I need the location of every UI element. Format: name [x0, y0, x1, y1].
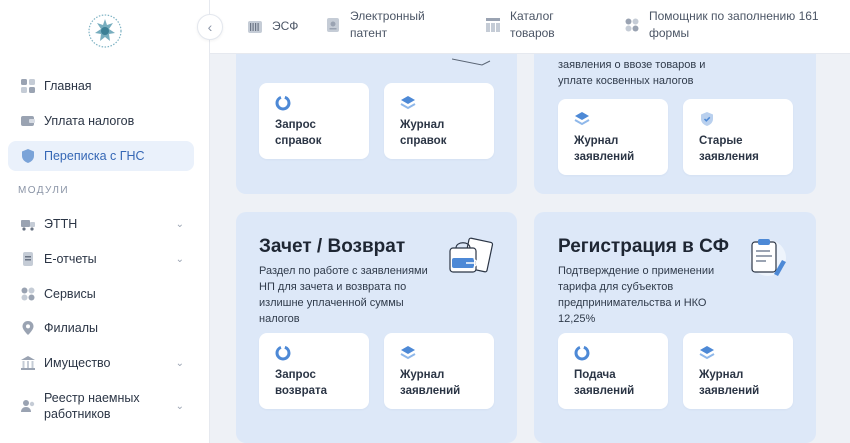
shield-icon — [699, 111, 715, 127]
logo[interactable] — [80, 10, 130, 52]
tile-label: Запрос возврата — [275, 369, 328, 397]
nav-ettn[interactable]: ЭТТН ⌄ — [8, 209, 194, 239]
card-description: Подтверждение о применении тарифа для су… — [558, 265, 715, 325]
clipboard-icon — [746, 234, 792, 285]
circle-icon — [275, 95, 291, 111]
nav-home[interactable]: Главная — [8, 71, 194, 101]
shopping-bag-icon — [444, 236, 496, 281]
nav-branches[interactable]: Филиалы — [8, 313, 194, 343]
nav-employee-registry[interactable]: Реестр наемных работников ⌄ — [8, 386, 194, 426]
layers-icon — [400, 345, 416, 361]
tile-label: Журнал заявлений — [400, 369, 461, 397]
truck-icon — [20, 216, 36, 232]
topnav-e-patent-label: Электронный патент — [350, 9, 425, 40]
patent-icon — [326, 18, 340, 32]
tile-statements-journal[interactable]: Журнал заявлений — [558, 99, 668, 175]
tile-label: Старые заявления — [699, 135, 759, 163]
tile-label: Журнал заявлений — [699, 369, 760, 397]
chevron-down-icon[interactable]: ⌄ — [176, 401, 184, 412]
chevron-down-icon[interactable]: ⌄ — [176, 358, 184, 369]
tile-request-certificates[interactable]: Запрос справок — [259, 83, 369, 159]
tile-label: Запрос справок — [275, 119, 322, 147]
nav-property-label: Имущество — [44, 356, 111, 370]
topnav-e-patent[interactable]: Электронный патент — [326, 8, 440, 42]
nav-e-reports-label: Е-отчеты — [44, 252, 97, 266]
nav-correspondence[interactable]: Переписка с ГНС — [8, 141, 194, 171]
card-description: заявления о ввозе товаров и уплате косве… — [558, 59, 706, 87]
nav-employee-registry-label: Реестр наемных работников — [44, 391, 140, 421]
tile-registration-journal[interactable]: Журнал заявлений — [683, 333, 793, 409]
topnav-catalog[interactable]: Каталог товаров — [486, 8, 570, 42]
card-import-statements: заявления о ввозе товаров и уплате косве… — [534, 30, 816, 194]
document-icon — [20, 251, 36, 267]
layers-icon — [699, 345, 715, 361]
sidebar: Главная Уплата налогов Переписка с ГНС М… — [0, 0, 210, 443]
grid-icon — [20, 78, 36, 94]
layers-icon — [574, 111, 590, 127]
building-icon — [20, 355, 36, 371]
tile-label: Журнал справок — [400, 119, 447, 147]
card-certificates: Запрос справок Журнал справок — [236, 30, 517, 194]
card-description: Раздел по работе с заявлениями НП для за… — [259, 265, 428, 325]
location-icon — [20, 320, 36, 336]
top-navigation: ЭСФ Электронный патент Каталог товаров П… — [210, 0, 850, 54]
nav-ettn-label: ЭТТН — [44, 217, 78, 231]
card-sf-registration: Регистрация в СФ Подтверждение о примене… — [534, 212, 816, 443]
wallet-icon — [20, 113, 36, 129]
nav-home-label: Главная — [44, 79, 92, 93]
nav-services-label: Сервисы — [44, 287, 96, 301]
illustration — [451, 54, 492, 72]
chevron-down-icon[interactable]: ⌄ — [176, 219, 184, 230]
nav-property[interactable]: Имущество ⌄ — [8, 348, 194, 378]
users-icon — [20, 398, 36, 414]
chevron-left-icon: ‹ — [207, 19, 213, 35]
topnav-esf-label: ЭСФ — [272, 19, 299, 33]
tile-label: Журнал заявлений — [574, 135, 635, 163]
card-title: Зачет / Возврат — [259, 236, 406, 257]
nav-branches-label: Филиалы — [44, 321, 98, 335]
nav-e-reports[interactable]: Е-отчеты ⌄ — [8, 244, 194, 274]
sidebar-collapse-button[interactable]: ‹ — [197, 14, 223, 40]
circle-icon — [275, 345, 291, 361]
shield-icon — [20, 148, 36, 164]
tile-old-statements[interactable]: Старые заявления — [683, 99, 793, 175]
emblem-icon — [88, 14, 122, 48]
tile-refund-journal[interactable]: Журнал заявлений — [384, 333, 494, 409]
topnav-catalog-label: Каталог товаров — [510, 9, 555, 40]
tile-certificates-journal[interactable]: Журнал справок — [384, 83, 494, 159]
card-offset-refund: Зачет / Возврат Раздел по работе с заявл… — [236, 212, 517, 443]
nav-services[interactable]: Сервисы — [8, 279, 194, 309]
grid-icon — [625, 18, 639, 32]
grid-icon — [20, 286, 36, 302]
tile-refund-request[interactable]: Запрос возврата — [259, 333, 369, 409]
circle-icon — [574, 345, 590, 361]
nav-tax-payment[interactable]: Уплата налогов — [8, 106, 194, 136]
card-title: Регистрация в СФ — [558, 236, 730, 257]
topnav-esf[interactable]: ЭСФ — [248, 18, 298, 35]
nav-correspondence-label: Переписка с ГНС — [44, 149, 145, 163]
catalog-icon — [486, 18, 500, 32]
topnav-form161-helper-label: Помощник по заполнению 161 формы — [649, 9, 819, 40]
modules-section-label: МОДУЛИ — [18, 185, 69, 196]
chevron-down-icon[interactable]: ⌄ — [176, 254, 184, 265]
tile-submit-statements[interactable]: Подача заявлений — [558, 333, 668, 409]
barcode-icon — [248, 20, 262, 34]
topnav-form161-helper[interactable]: Помощник по заполнению 161 формы — [625, 8, 829, 42]
tile-label: Подача заявлений — [574, 369, 635, 397]
layers-icon — [400, 95, 416, 111]
nav-tax-payment-label: Уплата налогов — [44, 114, 135, 128]
